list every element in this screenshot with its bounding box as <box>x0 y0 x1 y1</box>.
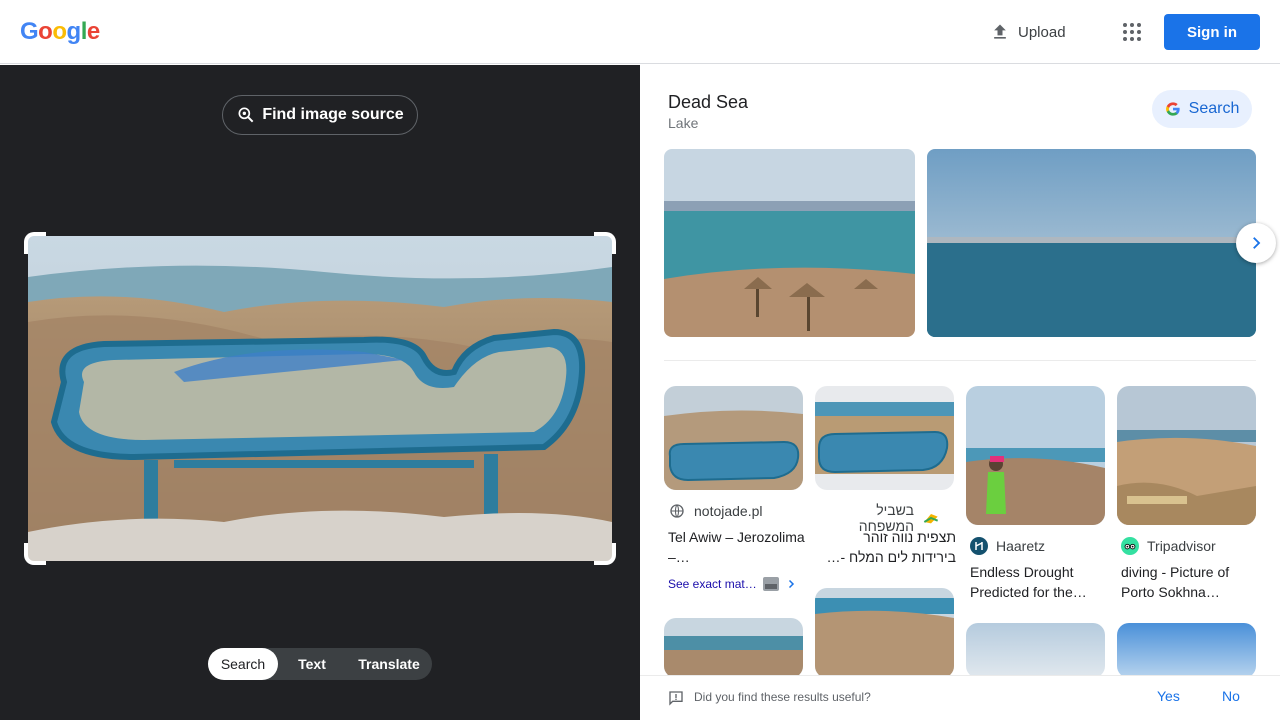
sign-in-button[interactable]: Sign in <box>1164 14 1260 50</box>
logo-letter: g <box>66 18 82 45</box>
result-image <box>966 623 1105 678</box>
result-source[interactable]: Tripadvisor <box>1121 537 1216 555</box>
query-image-crop[interactable] <box>24 232 616 565</box>
google-logo[interactable]: Google <box>20 18 100 46</box>
logo-letter: e <box>86 18 100 45</box>
result-image <box>664 386 803 490</box>
family-site-icon <box>922 509 940 527</box>
result-thumbnail[interactable] <box>664 618 803 678</box>
mode-text-tab[interactable]: Text <box>278 648 346 680</box>
google-g-icon <box>1165 102 1180 116</box>
result-thumbnail[interactable] <box>966 386 1105 525</box>
chevron-right-icon <box>1253 237 1261 249</box>
crop-handle-top-right[interactable] <box>594 232 616 254</box>
result-source-name: notojade.pl <box>694 503 763 519</box>
see-exact-matches-link[interactable]: See exact mat… <box>668 577 797 591</box>
upload-icon <box>994 24 1006 39</box>
result-image <box>815 386 954 490</box>
logo-letter: G <box>20 18 39 45</box>
entity-image[interactable] <box>927 149 1256 337</box>
result-title[interactable]: diving - Picture of Porto Sokhna… <box>1121 562 1261 602</box>
result-source-name: Haaretz <box>996 538 1046 554</box>
result-source-name: Tripadvisor <box>1147 538 1216 554</box>
result-image <box>664 618 803 678</box>
result-thumbnail[interactable] <box>966 623 1105 678</box>
result-source[interactable]: notojade.pl <box>668 502 763 520</box>
globe-icon <box>668 502 686 520</box>
feedback-bar: Did you find these results useful? Yes N… <box>640 675 1280 720</box>
mode-translate-tab[interactable]: Translate <box>346 648 432 680</box>
result-image <box>815 588 954 678</box>
result-image <box>1117 623 1256 678</box>
result-image <box>1117 386 1256 525</box>
find-image-source-label: Find image source <box>262 106 404 123</box>
google-apps-button[interactable] <box>1120 20 1144 44</box>
dead-sea-calm-image <box>927 149 1256 337</box>
result-thumbnail[interactable] <box>1117 386 1256 525</box>
logo-letter: o <box>38 18 53 45</box>
result-thumbnail[interactable] <box>1117 623 1256 678</box>
top-bar: Google Upload Sign in <box>0 0 1280 64</box>
search-mode-switcher: Search Text Translate <box>208 648 432 680</box>
result-thumbnail[interactable] <box>815 588 954 678</box>
feedback-no-button[interactable]: No <box>1222 688 1240 704</box>
result-title[interactable]: Endless Drought Predicted for the… <box>970 562 1110 602</box>
crop-handle-top-left[interactable] <box>24 232 46 254</box>
feedback-icon <box>669 691 683 706</box>
feedback-question: Did you find these results useful? <box>694 690 871 704</box>
apps-grid-icon <box>1123 23 1141 41</box>
entity-title[interactable]: Dead Sea <box>668 92 748 113</box>
entity-search-label: Search <box>1188 100 1240 117</box>
result-title[interactable]: תצפית נווה זוהר בירידות לים המלח -… <box>816 527 957 567</box>
lens-search-icon <box>238 107 254 123</box>
upload-button[interactable]: Upload <box>990 20 1066 44</box>
haaretz-icon <box>970 537 988 555</box>
logo-letter: o <box>52 18 67 45</box>
query-image <box>28 236 612 561</box>
result-thumbnail[interactable] <box>664 386 803 490</box>
section-divider <box>664 360 1256 361</box>
entity-subtitle: Lake <box>668 115 699 131</box>
tripadvisor-icon <box>1121 537 1139 555</box>
thumbnail-icon <box>762 577 779 591</box>
result-source[interactable]: Haaretz <box>970 537 1045 555</box>
upload-label: Upload <box>1018 23 1066 41</box>
result-thumbnail[interactable] <box>815 386 954 490</box>
feedback-yes-button[interactable]: Yes <box>1157 688 1180 704</box>
query-image-panel: Find image source Search Text Translate <box>0 65 640 720</box>
results-panel: Dead Sea Lake Search notojade.pl Tel Awi… <box>640 65 1280 720</box>
entity-image[interactable] <box>664 149 915 337</box>
chevron-right-icon <box>788 579 794 589</box>
result-title[interactable]: Tel Awiw – Jerozolima –… <box>668 527 808 567</box>
dead-sea-beach-image <box>664 149 915 337</box>
mode-search-tab[interactable]: Search <box>208 648 278 680</box>
crop-handle-bottom-right[interactable] <box>594 543 616 565</box>
next-images-button[interactable] <box>1236 223 1276 263</box>
find-image-source-button[interactable]: Find image source <box>222 95 418 135</box>
crop-handle-bottom-left[interactable] <box>24 543 46 565</box>
entity-search-button[interactable]: Search <box>1152 90 1252 128</box>
result-image <box>966 386 1105 525</box>
see-exact-matches-label: See exact mat… <box>668 577 757 591</box>
